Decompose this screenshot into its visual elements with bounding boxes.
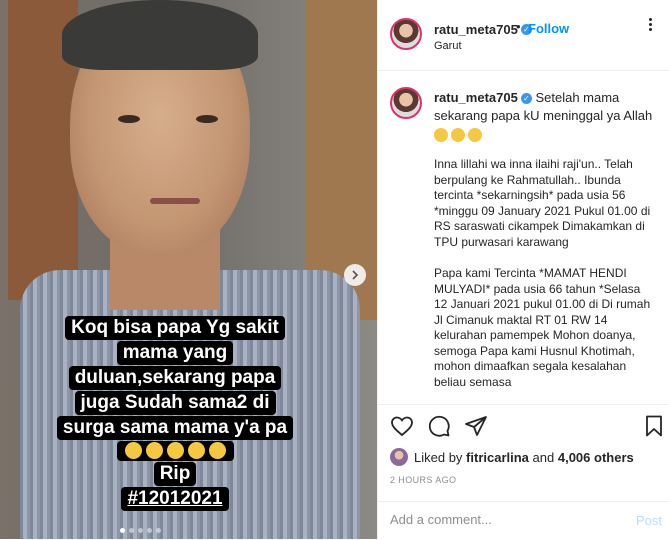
bookmark-icon[interactable] [642,414,666,438]
post-comment-button[interactable]: Post [636,513,662,528]
post-media[interactable]: Koq bisa papa Yg sakit mama yang duluan,… [0,0,377,539]
carousel-dot [138,528,143,533]
likes-count[interactable]: 4,006 others [558,450,634,465]
post-caption: ratu_meta705 ✓ Setelah mama sekarang papa… [434,89,656,390]
crying-emoji-row [116,441,234,461]
caption-paragraph: Papa kami Tercinta *MAMAT HENDI MULYADI*… [434,266,651,389]
chevron-right-icon [352,270,359,280]
likes-summary: Liked by fitricarlina and 4,006 others [390,448,634,466]
verified-badge-icon: ✓ [520,93,532,105]
avatar[interactable] [390,18,422,50]
location-link[interactable]: Garut [434,40,462,52]
crying-emoji-icon [208,442,226,460]
post-timestamp[interactable]: 2 HOURS AGO [390,475,456,485]
comments-area[interactable]: ratu_meta705 ✓ Setelah mama sekarang papa… [378,71,669,404]
photo-eye-right [196,115,218,123]
likes-and: and [532,449,555,465]
header-username[interactable]: ratu_meta705 [434,22,518,37]
caption-username[interactable]: ratu_meta705 [434,90,518,105]
carousel-dot [156,528,161,533]
share-icon[interactable] [464,414,488,438]
comment-bar: Post [378,501,669,540]
crying-emoji-icon [187,442,205,460]
caption-line: Koq bisa papa Yg sakit [65,316,285,340]
crying-emoji-row [434,125,656,143]
crying-emoji-icon [124,442,142,460]
likes-prefix: Liked by [414,449,463,465]
caption-hashtag: #12012021 [121,487,229,511]
comment-icon[interactable] [427,414,451,438]
caption-line: duluan,sekarang papa [68,366,282,390]
crying-emoji-icon [145,442,163,460]
image-caption-overlay: Koq bisa papa Yg sakit mama yang duluan,… [55,316,295,512]
liker-avatar[interactable] [390,448,408,466]
more-options-icon[interactable] [640,18,660,31]
post-header: ratu_meta705 ✓ • Follow Garut [378,0,669,71]
crying-emoji-icon [468,127,482,142]
caption-paragraph: Inna lillahi wa inna ilaihi raji'un.. Te… [434,157,651,249]
caption-line: juga Sudah sama2 di [74,391,276,415]
caption-line: surga sama mama y'a pa [56,416,294,440]
photo-hair [62,0,258,70]
carousel-dot [147,528,152,533]
liker-username[interactable]: fitricarlina [466,450,529,465]
next-image-button[interactable] [344,264,366,286]
crying-emoji-icon [451,127,465,142]
header-separator-dot: • [516,19,521,34]
photo-eye-left [118,115,140,123]
caption-avatar[interactable] [390,87,422,119]
post-side-panel: ratu_meta705 ✓ • Follow Garut ratu_meta70… [377,0,669,539]
crying-emoji-icon [166,442,184,460]
crying-emoji-icon [434,127,448,142]
comment-input[interactable] [390,512,610,527]
carousel-dots [120,528,161,533]
caption-rip: Rip [153,462,197,486]
carousel-dot [120,528,125,533]
photo-mouth [150,198,200,204]
follow-button[interactable]: Follow [528,21,569,36]
action-bar [378,404,669,449]
caption-line: mama yang [116,341,234,365]
carousel-dot [129,528,134,533]
heart-icon[interactable] [390,414,414,438]
